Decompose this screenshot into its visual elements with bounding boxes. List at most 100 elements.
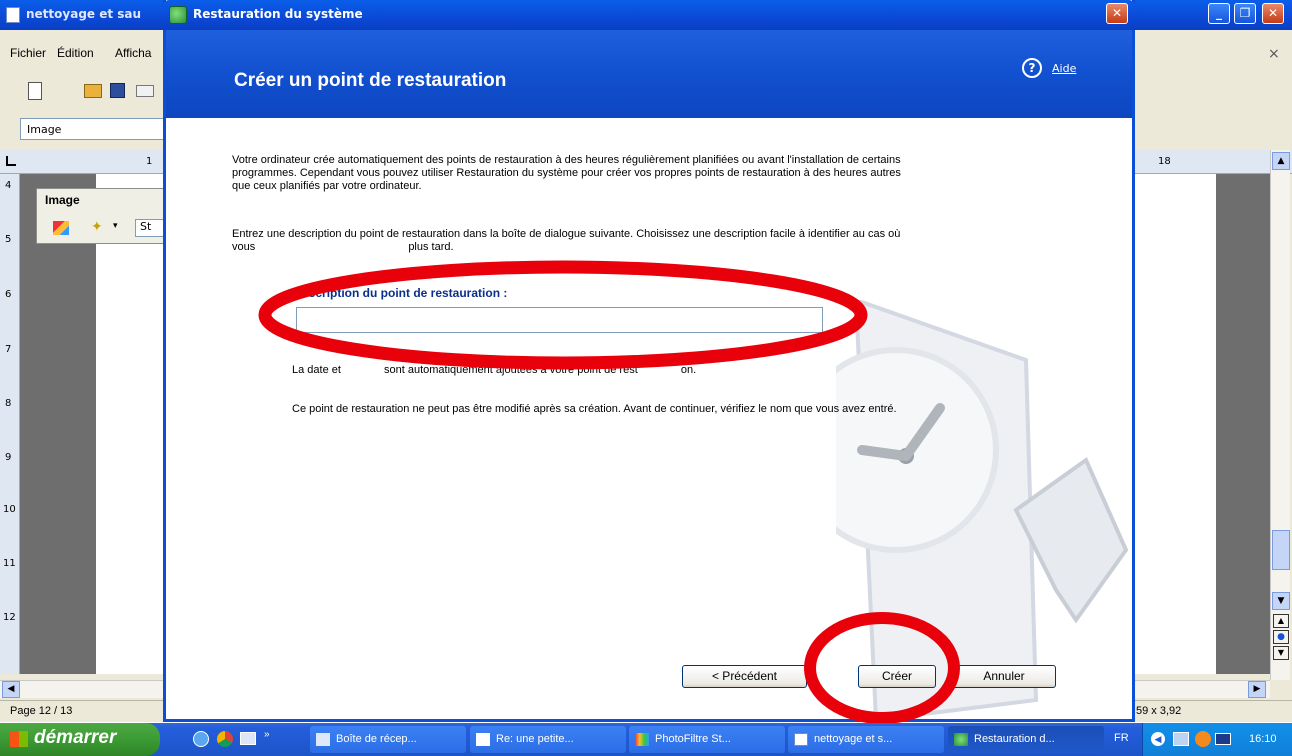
task-mail[interactable]: Boîte de récep... (310, 726, 466, 753)
system-restore-icon (169, 6, 187, 24)
navigator-icon[interactable]: ● (1273, 630, 1289, 644)
document-icon (6, 7, 20, 23)
help-link[interactable]: Aide (1052, 62, 1076, 75)
paragraph-style-value: Image (27, 123, 62, 136)
tray-expand-icon[interactable]: ◀ (1151, 732, 1165, 746)
start-button[interactable]: démarrer (0, 723, 160, 756)
menu-bar: Fichier Édition Afficha (0, 44, 170, 64)
dialog-close-button[interactable]: ✕ (1106, 3, 1128, 24)
task-restore-label: Restauration d... (974, 733, 1055, 745)
menu-fichier[interactable]: Fichier (10, 46, 46, 60)
save-icon[interactable] (110, 83, 125, 98)
network-icon[interactable] (1173, 732, 1189, 746)
ruler-left-5: 5 (5, 234, 12, 245)
start-label: démarrer (34, 727, 117, 748)
ruler-top-left-number: 1 (146, 156, 153, 167)
maximize-button[interactable]: ❐ (1234, 3, 1256, 24)
date-note-end: on. (680, 364, 697, 376)
taskbar: démarrer » Boîte de récep... Re: une pet… (0, 723, 1292, 756)
magic-wand-icon[interactable]: ✦ (91, 219, 103, 235)
description-field-label: escription du point de restauration : (302, 286, 508, 300)
close-document-icon[interactable]: × (1268, 46, 1280, 62)
paragraph-style-box[interactable]: Image (20, 118, 170, 140)
restore-clock-watermark (836, 300, 1129, 720)
next-page-icon[interactable]: ▼ (1273, 646, 1289, 660)
scroll-thumb[interactable] (1272, 530, 1290, 570)
ruler-left-10: 10 (3, 504, 16, 515)
task-restore[interactable]: Restauration d... (948, 726, 1104, 753)
photofiltre-task-icon (635, 733, 649, 746)
task-mail-label: Boîte de récep... (336, 733, 417, 745)
warning-paragraph: Ce point de restauration ne peut pas êtr… (292, 403, 897, 415)
mail-task-icon (316, 733, 330, 746)
task-reply[interactable]: Re: une petite... (470, 726, 626, 753)
menu-edition[interactable]: Édition (57, 46, 94, 60)
system-tray: ◀ 16:10 (1142, 723, 1292, 756)
ruler-top-right-number: 18 (1158, 156, 1171, 167)
language-indicator[interactable]: FR (1114, 732, 1129, 744)
ruler-left-8: 8 (5, 398, 12, 409)
description-input[interactable] (296, 307, 823, 333)
task-photofiltre-label: PhotoFiltre St... (655, 733, 731, 745)
date-note-start: La date et (292, 364, 341, 376)
restore-task-icon (954, 733, 968, 746)
image-toolbar-panel: Image ✦ ▾ St (36, 188, 166, 244)
create-button[interactable]: Créer (858, 665, 936, 688)
dialog-header: Créer un point de restauration ? Aide (166, 30, 1132, 118)
menu-affichage[interactable]: Afficha (115, 46, 151, 60)
tray-monitor-icon[interactable] (1215, 733, 1231, 745)
instruction-tail: plus tard. (408, 241, 454, 253)
ruler-left-4: 4 (5, 180, 12, 191)
task-photofiltre[interactable]: PhotoFiltre St... (629, 726, 785, 753)
dialog-heading: Créer un point de restauration (234, 70, 507, 91)
dialog-title: Restauration du système (193, 7, 363, 21)
vertical-ruler: 4 5 6 7 8 9 10 11 12 (0, 174, 20, 674)
date-note: La date et sont automatiquement ajoutées… (292, 364, 696, 376)
desktop-icon[interactable] (240, 732, 256, 745)
scroll-left-icon[interactable]: ◀ (2, 681, 20, 698)
ruler-left-6: 6 (5, 289, 12, 300)
instruction-paragraph: Entrez une description du point de resta… (232, 228, 922, 254)
mail-icon[interactable] (136, 85, 154, 97)
vertical-scrollbar[interactable]: ▲ ▼ ▲ ● ▼ (1270, 150, 1290, 680)
instruction-text: Entrez une description du point de resta… (232, 228, 901, 253)
windows-logo-icon (10, 731, 28, 747)
task-reply-label: Re: une petite... (496, 733, 574, 745)
chrome-icon[interactable] (217, 731, 233, 747)
scroll-up-icon[interactable]: ▲ (1272, 152, 1290, 170)
previous-button[interactable]: < Précédent (682, 665, 807, 688)
image-panel-title: Image (45, 193, 80, 207)
date-note-middle: sont automatiquement ajoutées à votre po… (384, 364, 638, 376)
intro-paragraph: Votre ordinateur crée automatiquement de… (232, 154, 901, 192)
image-filter-icon[interactable] (53, 221, 69, 235)
minimize-button[interactable]: _ (1208, 3, 1230, 24)
quicklaunch-more-icon[interactable]: » (264, 729, 270, 740)
size-status: 59 x 3,92 (1136, 705, 1182, 717)
antivirus-icon[interactable] (1195, 731, 1211, 747)
ruler-left-9: 9 (5, 452, 12, 463)
ie-icon[interactable] (193, 731, 209, 747)
close-button[interactable]: ✕ (1262, 3, 1284, 24)
page-status: Page 12 / 13 (10, 705, 73, 717)
ruler-left-12: 12 (3, 612, 16, 623)
task-writer-label: nettoyage et s... (814, 733, 893, 745)
scroll-right-icon[interactable]: ▶ (1248, 681, 1266, 698)
clock[interactable]: 16:10 (1249, 733, 1277, 745)
image-mode-field[interactable]: St (135, 219, 165, 237)
ruler-left-7: 7 (5, 344, 12, 355)
writer-task-icon (794, 733, 808, 746)
dropdown-arrow-icon[interactable]: ▾ (113, 221, 118, 231)
cancel-button[interactable]: Annuler (952, 665, 1056, 688)
scroll-down-icon[interactable]: ▼ (1272, 592, 1290, 610)
background-window-title: nettoyage et sau (26, 7, 142, 21)
prev-page-icon[interactable]: ▲ (1273, 614, 1289, 628)
ruler-left-11: 11 (3, 558, 16, 569)
open-folder-icon[interactable] (84, 84, 102, 98)
help-icon[interactable]: ? (1022, 58, 1042, 78)
message-task-icon (476, 733, 490, 746)
toolbar (0, 74, 168, 114)
new-document-icon[interactable] (28, 82, 42, 100)
task-writer[interactable]: nettoyage et s... (788, 726, 944, 753)
ruler-corner-icon[interactable] (6, 156, 16, 166)
dialog-title-bar[interactable]: Restauration du système ✕ (163, 0, 1135, 30)
